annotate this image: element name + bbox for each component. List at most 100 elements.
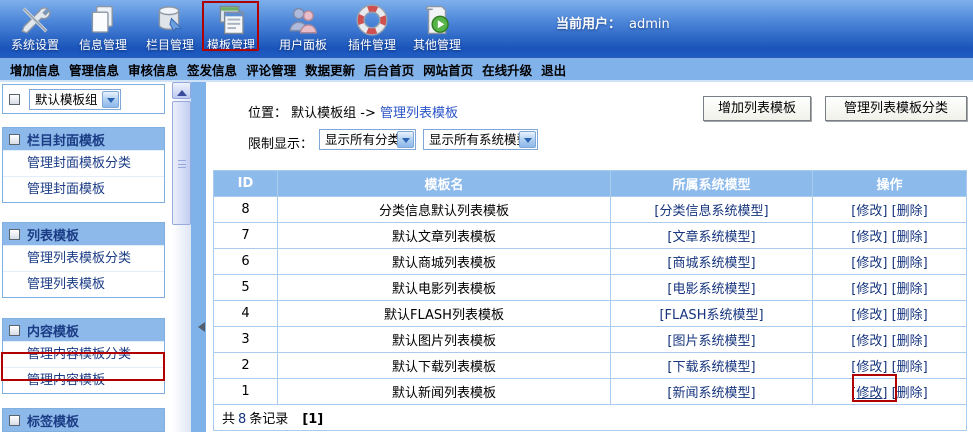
system-model-link[interactable]: [下载系统模型] <box>667 360 755 375</box>
menubar-item-9[interactable]: 在线升级 <box>482 60 532 79</box>
table-header-cell: 操作 <box>813 171 967 197</box>
sidebar-scrollbar[interactable] <box>172 82 191 432</box>
category-filter-select[interactable]: 显示所有分类 <box>319 129 416 150</box>
cell-id: 7 <box>214 223 278 249</box>
section-checkbox[interactable] <box>9 229 20 240</box>
menubar-item-3[interactable]: 审核信息 <box>128 60 178 79</box>
edit-link[interactable]: [修改] <box>851 204 887 219</box>
table-header-cell: 模板名 <box>278 171 611 197</box>
system-model-link[interactable]: [FLASH系统模型] <box>659 308 763 323</box>
sidebar-section-title: 标签模板 <box>27 411 79 430</box>
edit-link[interactable]: [修改] <box>851 308 887 323</box>
toolbar-item-5[interactable]: 用户面板 <box>269 1 337 55</box>
main-content: 位置： 默认模板组 -> 管理列表模板 增加列表模板 管理列表模板分类 限制显示… <box>206 82 973 432</box>
toolbar-item-7[interactable]: 其他管理 <box>403 1 471 55</box>
cell-actions: [修改] [删除] <box>813 353 967 379</box>
system-model-link[interactable]: [图片系统模型] <box>667 334 755 349</box>
scrollbar-thumb[interactable] <box>172 101 191 225</box>
menubar-item-7[interactable]: 后台首页 <box>364 60 414 79</box>
menubar-item-10[interactable]: 退出 <box>541 60 566 79</box>
toolbar-item-6[interactable]: 插件管理 <box>338 1 406 55</box>
sidebar-section-header: 栏目封面模板 <box>3 128 164 150</box>
edit-link[interactable]: [修改] <box>851 334 887 349</box>
table-row: 8分类信息默认列表模板[分类信息系统模型][修改] [删除] <box>214 197 967 223</box>
table-row: 3默认图片列表模板[图片系统模型][修改] [删除] <box>214 327 967 353</box>
delete-link[interactable]: [删除] <box>892 256 928 271</box>
menubar-item-5[interactable]: 评论管理 <box>246 60 296 79</box>
sidebar-item[interactable]: 管理封面模板分类 <box>3 150 164 176</box>
toolbar-item-label: 系统设置 <box>1 36 69 53</box>
scrollbar-grip-icon <box>178 160 186 168</box>
delete-link[interactable]: [删除] <box>892 334 928 349</box>
toolbar-item-label: 栏目管理 <box>136 36 204 53</box>
edit-link[interactable]: [修改] <box>851 256 887 271</box>
sidebar-section-title: 列表模板 <box>27 225 79 244</box>
section-checkbox[interactable] <box>9 134 20 145</box>
pagination-page-1[interactable]: [1] <box>302 412 323 427</box>
delete-link[interactable]: [删除] <box>892 308 928 323</box>
menubar-item-6[interactable]: 数据更新 <box>305 60 355 79</box>
delete-link[interactable]: [删除] <box>892 386 928 401</box>
manage-template-categories-button[interactable]: 管理列表模板分类 <box>825 96 967 121</box>
wrench-icon <box>18 3 52 35</box>
cell-id: 6 <box>214 249 278 275</box>
sidebar-section-3: 内容模板管理内容模板分类管理内容模板 <box>2 318 165 394</box>
system-model-link[interactable]: [分类信息系统模型] <box>654 204 768 219</box>
toolbar-item-1[interactable]: 系统设置 <box>1 1 69 55</box>
chevron-down-icon[interactable] <box>519 131 536 148</box>
edit-link[interactable]: [修改] <box>851 282 887 297</box>
sidebar-item[interactable]: 管理封面模板 <box>3 176 164 202</box>
group-checkbox[interactable] <box>9 94 20 105</box>
section-checkbox[interactable] <box>9 325 20 336</box>
system-model-link[interactable]: [文章系统模型] <box>667 230 755 245</box>
cell-system-model: [图片系统模型] <box>611 327 813 353</box>
toolbar-item-label: 模板管理 <box>197 36 265 53</box>
record-total-count: 8 <box>238 412 246 427</box>
toolbar-item-label: 其他管理 <box>403 36 471 53</box>
add-list-template-button[interactable]: 增加列表模板 <box>703 96 811 121</box>
template-table: ID模板名所属系统模型操作 8分类信息默认列表模板[分类信息系统模型][修改] … <box>213 170 967 431</box>
documents-icon <box>86 3 120 35</box>
cell-actions: [修改] [删除] <box>813 327 967 353</box>
menubar-item-2[interactable]: 管理信息 <box>69 60 119 79</box>
toolbar-item-3[interactable]: 栏目管理 <box>136 1 204 55</box>
cell-id: 1 <box>214 379 278 405</box>
delete-link[interactable]: [删除] <box>892 204 928 219</box>
collapse-sidebar-icon[interactable] <box>193 322 205 332</box>
sidebar-item[interactable]: 管理列表模板 <box>3 271 164 297</box>
edit-link[interactable]: [修改] <box>851 386 887 401</box>
chevron-down-icon[interactable] <box>397 131 414 148</box>
system-model-link[interactable]: [商城系统模型] <box>667 256 755 271</box>
current-user: 当前用户：admin <box>556 13 670 32</box>
model-filter-select[interactable]: 显示所有系统模型 <box>423 129 538 150</box>
table-header-cell: 所属系统模型 <box>611 171 813 197</box>
sidebar-item[interactable]: 管理内容模板 <box>3 367 164 393</box>
system-model-link[interactable]: [电影系统模型] <box>667 282 755 297</box>
breadcrumb-current[interactable]: 管理列表模板 <box>380 106 458 121</box>
sidebar-section-header: 标签模板 <box>3 409 164 431</box>
toolbar-item-2[interactable]: 信息管理 <box>69 1 137 55</box>
cell-template-name: 默认商城列表模板 <box>278 249 611 275</box>
edit-link[interactable]: [修改] <box>851 360 887 375</box>
delete-link[interactable]: [删除] <box>892 230 928 245</box>
menubar-item-8[interactable]: 网站首页 <box>423 60 473 79</box>
template-group-select[interactable]: 默认模板组 <box>29 89 121 110</box>
menubar-item-1[interactable]: 增加信息 <box>10 60 60 79</box>
section-checkbox[interactable] <box>9 415 20 426</box>
toolbar-item-label: 插件管理 <box>338 36 406 53</box>
toolbar-item-4[interactable]: 模板管理 <box>197 1 265 55</box>
edit-link[interactable]: [修改] <box>851 230 887 245</box>
chevron-down-icon[interactable] <box>102 91 119 108</box>
system-model-link[interactable]: [新闻系统模型] <box>667 386 755 401</box>
table-row: 2默认下载列表模板[下载系统模型][修改] [删除] <box>214 353 967 379</box>
cell-system-model: [FLASH系统模型] <box>611 301 813 327</box>
doc-play-icon <box>420 3 454 35</box>
sidebar-section-2: 列表模板管理列表模板分类管理列表模板 <box>2 222 165 298</box>
sidebar-item[interactable]: 管理内容模板分类 <box>3 341 164 367</box>
delete-link[interactable]: [删除] <box>892 282 928 297</box>
scrollbar-up-button[interactable] <box>172 82 191 99</box>
cell-system-model: [新闻系统模型] <box>611 379 813 405</box>
sidebar-item[interactable]: 管理列表模板分类 <box>3 245 164 271</box>
menubar-item-4[interactable]: 签发信息 <box>187 60 237 79</box>
delete-link[interactable]: [删除] <box>892 360 928 375</box>
